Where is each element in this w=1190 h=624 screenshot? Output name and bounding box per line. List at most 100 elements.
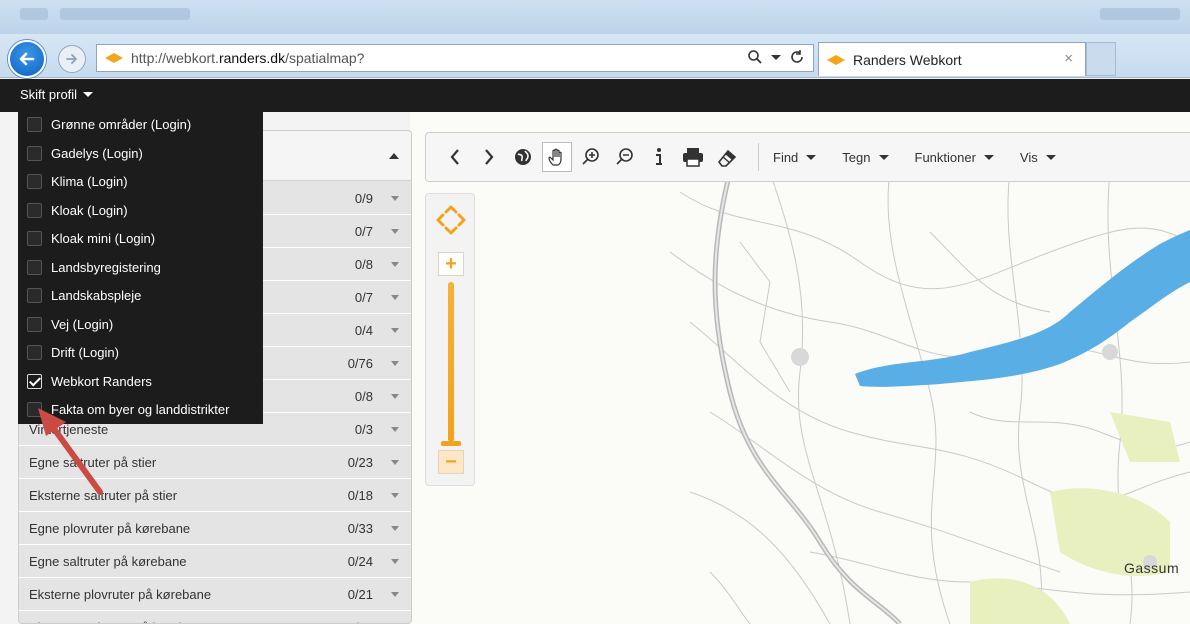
- profile-menu-item[interactable]: Landsbyregistering: [18, 253, 263, 282]
- layer-row[interactable]: Egne plovruter på kørebane 0/33: [19, 512, 411, 545]
- profile-menu-item[interactable]: Drift (Login): [18, 339, 263, 368]
- chevron-down-icon[interactable]: [391, 525, 399, 531]
- profile-checkbox[interactable]: [27, 145, 42, 161]
- collapse-icon[interactable]: [389, 153, 399, 159]
- chevron-down-icon[interactable]: [391, 228, 399, 234]
- layer-count: 0/12: [348, 620, 373, 624]
- layer-count: 0/33: [347, 520, 373, 536]
- close-tab-icon[interactable]: ×: [1064, 50, 1073, 67]
- pan-hand-icon[interactable]: [542, 142, 572, 172]
- profile-checkbox[interactable]: [27, 174, 42, 190]
- info-icon[interactable]: [644, 142, 674, 172]
- profile-checkbox[interactable]: [27, 345, 42, 361]
- menu-tegn[interactable]: Tegn: [842, 149, 889, 165]
- address-icons: [747, 49, 805, 65]
- profile-checkbox[interactable]: [27, 288, 42, 304]
- forward-button[interactable]: [58, 45, 86, 73]
- profile-menu-item[interactable]: Webkort Randers: [18, 367, 263, 396]
- zoom-in-icon[interactable]: [576, 142, 606, 172]
- menu-tegn-label: Tegn: [842, 149, 871, 165]
- layer-name: Egne plovruter på kørebane: [29, 520, 191, 536]
- profile-menu-label: Drift (Login): [51, 345, 119, 361]
- map-place-label: Gassum: [1124, 560, 1180, 576]
- chevron-down-icon[interactable]: [391, 261, 399, 267]
- titlebar-blur: [20, 8, 48, 20]
- back-button[interactable]: [8, 40, 46, 78]
- layer-count: 0/9: [354, 190, 373, 206]
- map-toolbar: Find Tegn Funktioner Vis: [425, 132, 1190, 182]
- profile-checkbox[interactable]: [27, 316, 42, 332]
- menu-vis-label: Vis: [1019, 149, 1038, 165]
- print-icon[interactable]: [678, 142, 708, 172]
- search-dropdown-icon[interactable]: [771, 54, 781, 60]
- profile-menu-item[interactable]: Kloak (Login): [18, 196, 263, 225]
- layer-count: 0/7: [354, 223, 373, 239]
- menu-find[interactable]: Find: [773, 149, 817, 165]
- profile-menu-label: Klima (Login): [51, 174, 128, 190]
- chevron-down-icon[interactable]: [391, 327, 399, 333]
- profile-menu-item[interactable]: Landskabspleje: [18, 282, 263, 311]
- profile-checkbox[interactable]: [27, 231, 42, 247]
- zoom-slider-track[interactable]: [448, 282, 454, 442]
- titlebar-blur: [1100, 8, 1180, 20]
- menu-find-label: Find: [773, 149, 799, 165]
- chevron-down-icon[interactable]: [391, 558, 399, 564]
- profile-menu-item[interactable]: Gadelys (Login): [18, 139, 263, 168]
- zoom-in-button[interactable]: +: [438, 252, 464, 276]
- profile-dropdown: Grønne områder (Login) Gadelys (Login) Kli…: [18, 110, 263, 424]
- profile-menu-item[interactable]: Kloak mini (Login): [18, 225, 263, 254]
- zoom-out-button[interactable]: −: [438, 450, 464, 474]
- switch-profile-button[interactable]: Skift profil: [20, 87, 94, 102]
- chevron-down-icon[interactable]: [391, 360, 399, 366]
- profile-checkbox[interactable]: [27, 117, 42, 133]
- layer-row[interactable]: Eksterne plovruter på kørebane 0/21: [19, 578, 411, 611]
- chevron-left-icon[interactable]: [440, 142, 470, 172]
- menu-funktioner[interactable]: Funktioner: [915, 150, 994, 165]
- profile-checkbox[interactable]: [27, 373, 42, 389]
- chevron-down-icon[interactable]: [391, 426, 399, 432]
- eraser-icon[interactable]: [712, 142, 742, 172]
- profile-checkbox[interactable]: [27, 202, 42, 218]
- chevron-down-icon[interactable]: [391, 459, 399, 465]
- layer-count: 0/7: [354, 289, 373, 305]
- refresh-icon[interactable]: [789, 49, 805, 65]
- pan-arrows-icon[interactable]: [435, 204, 467, 236]
- address-bar[interactable]: http://webkort.randers.dk/spatialmap?: [96, 44, 814, 72]
- site-favicon-icon: [105, 53, 123, 63]
- new-tab-button[interactable]: [1086, 42, 1116, 76]
- layer-count: 0/4: [354, 322, 373, 338]
- chevron-down-icon[interactable]: [391, 492, 399, 498]
- layer-row[interactable]: Eksterne saltruter på kørebane 0/12: [19, 611, 411, 624]
- profile-menu-item[interactable]: Klima (Login): [18, 168, 263, 197]
- map-graphics: [669, 171, 1190, 624]
- switch-profile-label: Skift profil: [20, 87, 78, 102]
- profile-menu-label: Kloak (Login): [51, 202, 128, 218]
- profile-checkbox[interactable]: [27, 259, 42, 275]
- zoom-out-icon[interactable]: [610, 142, 640, 172]
- profile-menu-label: Landsbyregistering: [51, 259, 161, 275]
- chevron-down-icon[interactable]: [391, 591, 399, 597]
- chevron-right-icon[interactable]: [474, 142, 504, 172]
- globe-icon[interactable]: [508, 142, 538, 172]
- search-icon[interactable]: [747, 49, 763, 65]
- chevron-down-icon[interactable]: [391, 195, 399, 201]
- profile-menu-label: Gadelys (Login): [51, 145, 143, 161]
- layer-name: Eksterne plovruter på kørebane: [29, 586, 212, 602]
- profile-menu-item[interactable]: Vej (Login): [18, 310, 263, 339]
- profile-menu-item[interactable]: Grønne områder (Login): [18, 111, 263, 140]
- profile-menu-label: Landskabspleje: [51, 288, 142, 304]
- chevron-down-icon[interactable]: [391, 294, 399, 300]
- layer-row[interactable]: Egne saltruter på kørebane 0/24: [19, 545, 411, 578]
- menu-vis[interactable]: Vis: [1020, 150, 1056, 165]
- chevron-down-icon: [83, 92, 94, 97]
- zoom-slider-handle[interactable]: [441, 441, 461, 446]
- layer-count: 0/21: [347, 586, 373, 602]
- chevron-down-icon: [1045, 154, 1056, 160]
- chevron-down-icon[interactable]: [391, 393, 399, 399]
- browser-tab[interactable]: Randers Webkort ×: [818, 42, 1086, 76]
- map-canvas[interactable]: Gassum: [410, 112, 1190, 624]
- layer-count: 0/8: [354, 256, 373, 272]
- profile-menu-label: Grønne områder (Login): [51, 117, 192, 133]
- layer-name: Egne saltruter på kørebane: [29, 553, 187, 569]
- annotation-arrow-icon: [38, 408, 103, 495]
